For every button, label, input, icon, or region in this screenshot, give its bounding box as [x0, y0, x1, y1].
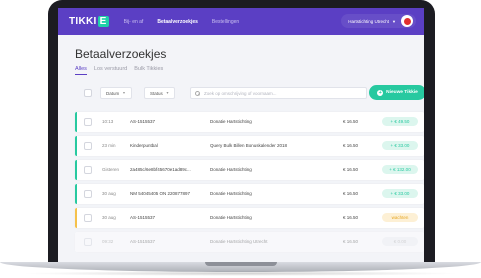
chevron-down-icon: ▼ — [165, 91, 170, 95]
page-title: Betaalverzoekjes — [75, 47, 167, 61]
row-amount: € 16.50 — [343, 119, 359, 124]
logo-text: TIKKI — [69, 16, 97, 27]
row-amount: € 16.50 — [343, 191, 359, 196]
row-amount: € 16.50 — [343, 167, 359, 172]
row-amount: € 16.50 — [343, 239, 359, 244]
list-item[interactable]: 30 aug NM 54045405 ON 220877897 Donatie … — [75, 184, 424, 204]
tab-bar: Alles Los verstuurd Bulk Tikkies — [75, 66, 170, 75]
list-item[interactable]: 09:32 AS-1515537 Donatie Hartstichting U… — [75, 232, 424, 252]
tab-los-verstuurd[interactable]: Los verstuurd — [94, 66, 127, 75]
tikkie-logo[interactable]: TIKKI E — [69, 16, 109, 27]
tab-bulk-tikkies[interactable]: Bulk Tikkies — [134, 66, 163, 75]
org-name: Hartstichting Utrecht — [348, 18, 390, 24]
status-stripe — [75, 184, 77, 204]
select-all-checkbox[interactable] — [84, 89, 92, 97]
search-box[interactable] — [190, 87, 367, 99]
row-time: 10:13 — [102, 119, 114, 124]
status-stripe — [75, 112, 77, 132]
nav-item-bij-en-af[interactable]: Bij- en af — [124, 19, 144, 25]
row-description: Donatie Hartstichting Utrecht — [210, 239, 268, 244]
row-reference: AS-1515537 — [130, 239, 156, 244]
chevron-down-icon: ▼ — [122, 91, 126, 95]
status-stripe — [75, 136, 77, 156]
row-description: Query Bulk Billen Bonuskalender 2018 — [210, 143, 288, 148]
row-checkbox[interactable] — [84, 142, 92, 150]
laptop-shadow — [20, 271, 461, 276]
row-reference: AS-1515537 — [130, 119, 156, 124]
plus-icon: + — [377, 89, 384, 96]
tab-alles[interactable]: Alles — [75, 66, 87, 75]
row-amount: € 16.50 — [343, 143, 359, 148]
search-input[interactable] — [204, 90, 354, 96]
nav-item-bestellingen[interactable]: Bestellingen — [212, 19, 239, 25]
laptop-screen: TIKKI E Bij- en af Betaalverzoekjes Beste… — [58, 8, 424, 262]
status-stripe — [75, 160, 77, 180]
row-checkbox[interactable] — [84, 118, 92, 126]
row-reference: NM 54045405 ON 220877897 — [130, 191, 191, 196]
status-badge: + € 132.00 — [382, 165, 418, 174]
row-time: 30 aug — [102, 215, 116, 220]
laptop-notch — [205, 262, 277, 266]
org-avatar[interactable] — [401, 15, 413, 27]
row-checkbox[interactable] — [84, 190, 92, 198]
row-reference: 2a485c/6e8bf45670e1ad89c... — [130, 167, 191, 172]
row-reference: Kinderpuntbal — [130, 143, 158, 148]
status-filter-label: Status — [150, 90, 163, 96]
row-time: 09:32 — [102, 239, 114, 244]
status-badge: + € 33.00 — [382, 189, 418, 198]
top-navbar: TIKKI E Bij- en af Betaalverzoekjes Beste… — [58, 8, 424, 35]
filter-bar: Datum▼ Status▼ + Nieuwe Tikkie — [75, 85, 424, 101]
list-item[interactable]: 10:13 AS-1515537 Donatie Hartstichting €… — [75, 112, 424, 132]
status-filter-dropdown[interactable]: Status ▼ — [144, 87, 176, 99]
new-tikkie-button[interactable]: + Nieuwe Tikkie — [369, 85, 424, 100]
status-badge: wachten — [382, 213, 418, 222]
row-time: Gisteren — [102, 167, 120, 172]
row-time: 30 aug — [102, 191, 116, 196]
row-description: Donatie Hartstichting — [210, 191, 252, 196]
nav-item-betaalverzoekjes[interactable]: Betaalverzoekjes — [157, 19, 198, 25]
row-checkbox[interactable] — [84, 166, 92, 174]
chevron-down-icon: ▼ — [392, 18, 396, 24]
date-filter-label: Datum — [106, 90, 120, 96]
date-filter-dropdown[interactable]: Datum ▼ — [100, 87, 132, 99]
list-item[interactable]: 23 min Kinderpuntbal Query Bulk Billen B… — [75, 136, 424, 156]
status-badge: + € 33.00 — [382, 141, 418, 150]
row-description: Donatie Hartstichting — [210, 167, 252, 172]
status-badge: + € 49.50 — [382, 117, 418, 126]
row-amount: € 16.50 — [343, 215, 359, 220]
list-item[interactable]: 30 aug AS-1515537 Donatie Hartstichting … — [75, 208, 424, 228]
search-icon — [195, 90, 200, 96]
list-item[interactable]: Gisteren 2a485c/6e8bf45670e1ad89c... Don… — [75, 160, 424, 180]
row-time: 23 min — [102, 143, 116, 148]
row-reference: AS-1515537 — [130, 215, 156, 220]
new-tikkie-label: Nieuwe Tikkie — [386, 90, 418, 95]
logo-accent: E — [97, 16, 109, 27]
status-badge: € 0.00 — [382, 237, 418, 246]
row-checkbox[interactable] — [84, 214, 92, 222]
status-stripe — [75, 208, 77, 228]
row-checkbox[interactable] — [84, 238, 92, 246]
org-switcher[interactable]: Hartstichting Utrecht ▼ — [341, 14, 416, 28]
row-description: Donatie Hartstichting — [210, 119, 252, 124]
heart-logo-icon — [403, 17, 411, 25]
row-description: Donatie Hartstichting — [210, 215, 252, 220]
